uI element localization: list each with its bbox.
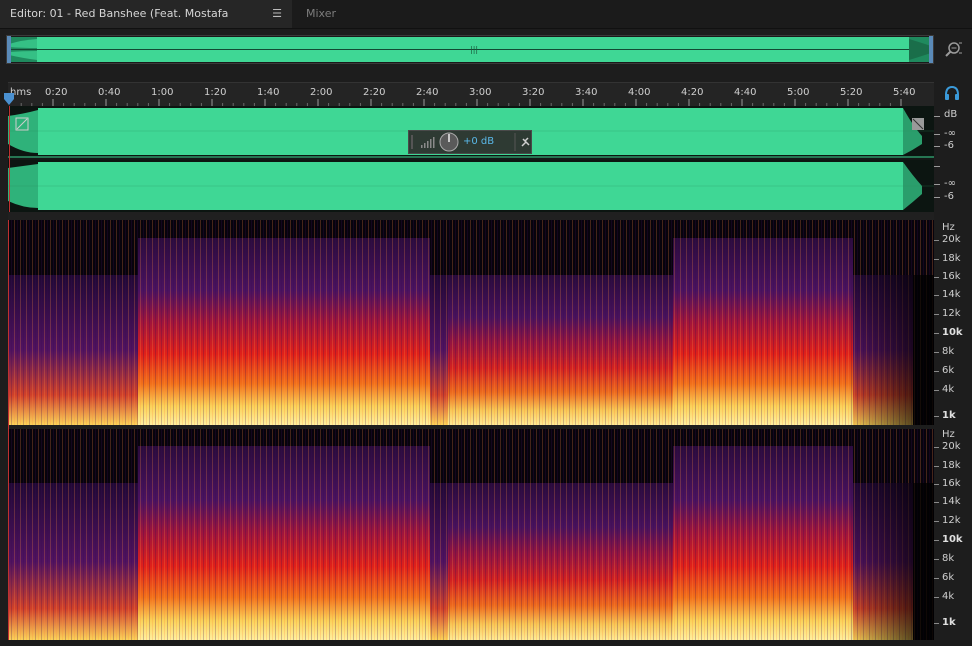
time-ruler[interactable]: hms 0:20 0:40 1:00 1:20 1:40 2:00 2:20 2:40 3:00…	[4, 82, 934, 107]
hz-label: 8k	[942, 346, 955, 357]
ruler-tick-label: 1:40	[257, 87, 280, 98]
db-unit-label: dB	[944, 109, 958, 120]
db-label: -6	[944, 191, 954, 202]
playhead-icon[interactable]	[3, 93, 15, 107]
ruler-tick-label: 0:40	[98, 87, 121, 98]
pin-icon	[521, 137, 530, 147]
hz-tick	[934, 578, 939, 579]
status-strip	[0, 640, 972, 646]
volume-value[interactable]: +0 dB	[463, 136, 494, 147]
hz-label: 20k	[942, 441, 961, 452]
tab-mixer-label: Mixer	[306, 7, 337, 20]
hz-label: 16k	[942, 478, 961, 489]
spectrogram-graphic	[8, 220, 934, 640]
hz-tick	[934, 371, 939, 372]
tab-mixer[interactable]: Mixer	[293, 0, 363, 28]
panel-menu-icon[interactable]: ☰	[272, 0, 282, 28]
tab-bar: Editor: 01 - Red Banshee (Feat. Mostafa …	[0, 0, 972, 48]
overview-waveform: |||	[7, 36, 933, 63]
ruler-tick-label: 5:20	[840, 87, 863, 98]
ruler-tick-label: 2:40	[416, 87, 439, 98]
hz-tick	[934, 559, 939, 560]
ruler-tick-label: 3:00	[469, 87, 492, 98]
hz-label: 10k	[942, 327, 963, 338]
hz-tick	[934, 502, 939, 503]
hz-label: 4k	[942, 591, 955, 602]
hz-label: 12k	[942, 515, 961, 526]
headphones-icon[interactable]	[943, 84, 961, 102]
hz-tick	[934, 623, 939, 624]
hz-label: 18k	[942, 460, 961, 471]
hz-label: 8k	[942, 553, 955, 564]
volume-knob-icon	[439, 132, 459, 152]
svg-text:|||: |||	[470, 45, 478, 54]
hz-label: 10k	[942, 534, 963, 545]
hz-tick	[934, 597, 939, 598]
hz-tick	[934, 333, 939, 334]
db-label: -6	[944, 140, 954, 151]
hz-label: 14k	[942, 496, 961, 507]
ruler-tick-label: 1:00	[151, 87, 174, 98]
ruler-tick-label: 5:00	[787, 87, 810, 98]
hz-tick	[934, 447, 939, 448]
ruler-tick-label: 3:40	[575, 87, 598, 98]
hz-label: 14k	[942, 289, 961, 300]
hz-label: 6k	[942, 572, 955, 583]
ruler-tick-label: 3:20	[522, 87, 545, 98]
hz-tick	[934, 484, 939, 485]
spectral-frequency-display[interactable]	[8, 220, 934, 640]
waveform-view[interactable]	[8, 106, 934, 212]
hz-label: 16k	[942, 271, 961, 282]
ruler-tick-label: 4:20	[681, 87, 704, 98]
tab-editor[interactable]: Editor: 01 - Red Banshee (Feat. Mostafa …	[0, 0, 292, 48]
amplitude-ruler[interactable]: dB -∞ -6 -∞ -6	[934, 106, 972, 212]
ruler-tick-label: 2:00	[310, 87, 333, 98]
hz-tick	[934, 352, 939, 353]
ruler-tick-label: 5:40	[893, 87, 916, 98]
hz-tick	[934, 540, 939, 541]
hz-label: 6k	[942, 365, 955, 376]
hz-tick	[934, 314, 939, 315]
ruler-tick-label: 0:20	[45, 87, 68, 98]
zoom-icon[interactable]	[943, 40, 963, 60]
frequency-ruler[interactable]: Hz 20k 18k 16k 14k 12k 10k 8k 6k 4k 1k Hz 20k 18k 1…	[934, 220, 972, 640]
ruler-tick-label: 1:20	[204, 87, 227, 98]
hz-tick	[934, 390, 939, 391]
hz-unit-label: Hz	[942, 429, 955, 440]
ruler-tick-label: 4:40	[734, 87, 757, 98]
view-splitter[interactable]: ::::::::	[8, 212, 934, 227]
hz-label: 1k	[942, 617, 956, 628]
volume-hud[interactable]: +0 dB	[408, 130, 532, 154]
hz-label: 4k	[942, 384, 955, 395]
hz-label: 12k	[942, 308, 961, 319]
hz-tick	[934, 259, 939, 260]
waveform-graphic	[8, 106, 934, 212]
hz-label: 1k	[942, 410, 956, 421]
hz-tick	[934, 521, 939, 522]
hz-tick	[934, 277, 939, 278]
hz-tick	[934, 416, 939, 417]
ruler-tick-label: 2:20	[363, 87, 386, 98]
db-label: -∞	[944, 128, 956, 139]
ruler-tick-label: 4:00	[628, 87, 651, 98]
hud-grip-icon	[411, 135, 413, 149]
hz-tick	[934, 295, 939, 296]
hz-unit-label: Hz	[942, 222, 955, 233]
hz-tick	[934, 240, 939, 241]
level-bars-icon	[421, 137, 435, 148]
hz-label: 20k	[942, 234, 961, 245]
hz-label: 18k	[942, 253, 961, 264]
overview-navigator[interactable]: |||	[6, 35, 934, 64]
hz-tick	[934, 466, 939, 467]
db-label: -∞	[944, 178, 956, 189]
